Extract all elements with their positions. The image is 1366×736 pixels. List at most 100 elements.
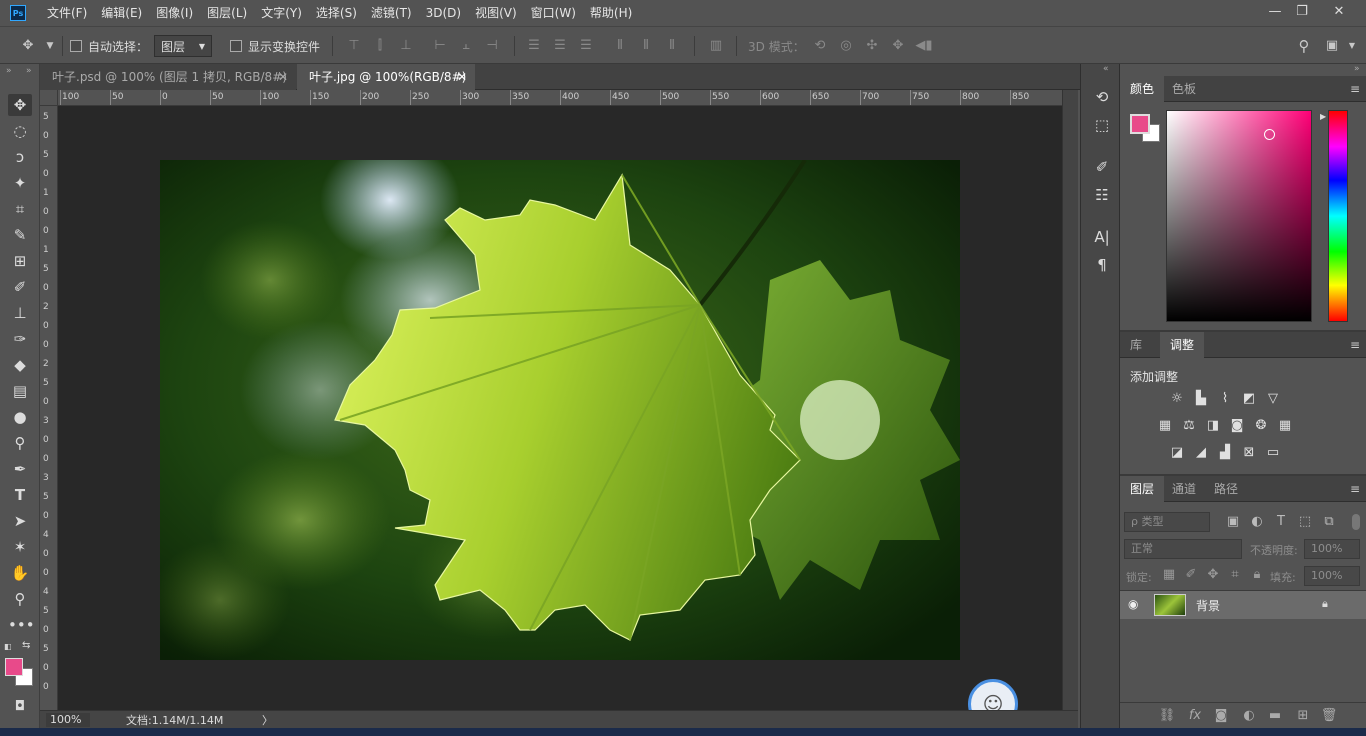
layer-row[interactable]: ◉ 背景 🔒︎ — [1120, 591, 1366, 619]
menu-type[interactable]: 文字(Y) — [254, 0, 309, 26]
hand-tool-icon[interactable]: ✋ — [8, 562, 32, 584]
collapse-icon[interactable]: » — [1354, 64, 1360, 74]
lasso-tool-icon[interactable]: ↄ — [8, 146, 32, 168]
lock-position-icon[interactable]: ✥ — [1204, 566, 1222, 584]
hue-saturation-icon[interactable]: ▦ — [1156, 417, 1174, 435]
foreground-color-swatch[interactable] — [5, 658, 23, 676]
auto-select-checkbox[interactable] — [70, 40, 82, 52]
restore-button[interactable]: ❐ — [1289, 2, 1315, 22]
align-bottom-icon[interactable]: ⊥ — [396, 36, 416, 56]
vertical-scrollbar[interactable] — [1062, 90, 1078, 710]
align-hcenter-icon[interactable]: ⫠ — [456, 36, 476, 56]
menu-edit[interactable]: 编辑(E) — [94, 0, 149, 26]
filter-pixel-icon[interactable]: ▣ — [1224, 513, 1242, 531]
levels-icon[interactable]: ▙ — [1192, 390, 1210, 408]
opacity-field[interactable]: 100% — [1304, 539, 1360, 559]
fill-field[interactable]: 100% — [1304, 566, 1360, 586]
shape-tool-icon[interactable]: ✶ — [8, 536, 32, 558]
tab-layers[interactable]: 图层 — [1120, 476, 1165, 502]
more-tools-icon[interactable]: ••• — [8, 614, 35, 636]
3d-roll-icon[interactable]: ◎ — [836, 36, 856, 56]
3d-slide-icon[interactable]: ✥ — [888, 36, 908, 56]
gradient-tool-icon[interactable]: ▤ — [8, 380, 32, 402]
tab-library[interactable]: 库 — [1120, 332, 1152, 358]
3d-pan-icon[interactable]: ✣ — [862, 36, 882, 56]
align-vcenter-icon[interactable]: ⫿ — [370, 36, 390, 56]
distribute-vcenter-icon[interactable]: ☰ — [550, 36, 570, 56]
panel-menu-icon[interactable]: ≡ — [1350, 482, 1360, 496]
close-window-button[interactable]: ✕ — [1326, 2, 1352, 22]
menu-view[interactable]: 视图(V) — [468, 0, 524, 26]
menu-3d[interactable]: 3D(D) — [419, 0, 468, 26]
history-brush-icon[interactable]: ✑ — [8, 328, 32, 350]
auto-align-icon[interactable]: ▥ — [706, 36, 726, 56]
move-tool-icon[interactable]: ✥ — [18, 36, 38, 56]
menu-select[interactable]: 选择(S) — [309, 0, 364, 26]
tab-paths[interactable]: 路径 — [1204, 476, 1248, 502]
tab-jpg[interactable]: 叶子.jpg @ 100%(RGB/8#) ✕ — [297, 64, 475, 90]
align-right-icon[interactable]: ⊣ — [482, 36, 502, 56]
tab-color[interactable]: 颜色 — [1120, 76, 1165, 102]
brush-settings-icon[interactable]: ✐ — [1091, 156, 1113, 178]
path-select-icon[interactable]: ➤ — [8, 510, 32, 532]
selective-color-icon[interactable]: ⊠ — [1240, 444, 1258, 462]
eyedropper-tool-icon[interactable]: ✎ — [8, 224, 32, 246]
brush-tool-icon[interactable]: ✐ — [8, 276, 32, 298]
blend-mode-dropdown[interactable]: 正常 — [1124, 539, 1242, 559]
chevron-down-icon[interactable]: ▼ — [40, 36, 60, 56]
lock-image-icon[interactable]: ✐ — [1182, 566, 1200, 584]
blur-tool-icon[interactable]: ● — [8, 406, 32, 428]
black-white-icon[interactable]: ◨ — [1204, 417, 1222, 435]
color-lookup-icon[interactable]: ▦ — [1276, 417, 1294, 435]
distribute-top-icon[interactable]: ☰ — [524, 36, 544, 56]
curves-icon[interactable]: ⌇ — [1216, 390, 1234, 408]
zoom-field[interactable]: 100% — [46, 713, 90, 727]
3d-scale-icon[interactable]: ◀▮ — [914, 36, 934, 56]
move-tool-icon[interactable]: ✥ — [8, 94, 32, 116]
new-layer-icon[interactable]: ⊞ — [1294, 707, 1312, 725]
quick-mask-icon[interactable]: ◘ — [8, 696, 32, 718]
paragraph-icon[interactable]: ¶ — [1091, 254, 1113, 276]
workspace-icon[interactable]: ▣ — [1322, 36, 1342, 56]
ruler-origin[interactable] — [40, 90, 58, 106]
filter-type-icon[interactable]: T — [1272, 513, 1290, 531]
delete-layer-icon[interactable]: 🗑︎ — [1320, 707, 1338, 725]
lock-all-icon[interactable]: 🔒︎ — [1248, 566, 1266, 584]
channel-mixer-icon[interactable]: ❂ — [1252, 417, 1270, 435]
align-left-icon[interactable]: ⊢ — [430, 36, 450, 56]
eraser-tool-icon[interactable]: ◆ — [8, 354, 32, 376]
tab-psd[interactable]: 叶子.psd @ 100% (图层 1 拷贝, RGB/8#) ✕ — [40, 64, 296, 90]
vibrance-icon[interactable]: ▽ — [1264, 390, 1282, 408]
auto-select-option[interactable]: 自动选择： — [70, 27, 148, 65]
menu-layer[interactable]: 图层(L) — [200, 0, 254, 26]
tab-channels[interactable]: 通道 — [1162, 476, 1206, 502]
zoom-tool-icon[interactable]: ⚲ — [8, 588, 32, 610]
menu-filter[interactable]: 滤镜(T) — [364, 0, 419, 26]
new-group-icon[interactable]: ▬ — [1266, 707, 1284, 725]
close-icon[interactable]: ✕ — [457, 64, 467, 90]
pen-tool-icon[interactable]: ✒ — [8, 458, 32, 480]
photo-filter-icon[interactable]: ◙ — [1228, 417, 1246, 435]
crop-tool-icon[interactable]: ⌗ — [8, 198, 32, 220]
visibility-eye-icon[interactable]: ◉ — [1128, 597, 1138, 611]
distribute-bottom-icon[interactable]: ☰ — [576, 36, 596, 56]
dodge-tool-icon[interactable]: ⚲ — [8, 432, 32, 454]
menu-file[interactable]: 文件(F) — [40, 0, 94, 26]
distribute-right-icon[interactable]: ⦀ — [662, 36, 682, 56]
distribute-left-icon[interactable]: ⦀ — [610, 36, 630, 56]
healing-brush-icon[interactable]: ⊞ — [8, 250, 32, 272]
chevron-down-icon[interactable]: ▼ — [1342, 36, 1362, 56]
collapse-icon[interactable]: » — [2, 64, 38, 90]
threshold-icon[interactable]: ▟ — [1216, 444, 1234, 462]
lock-artboard-icon[interactable]: ⌗ — [1226, 566, 1244, 584]
layer-filter-dropdown[interactable]: ρ 类型 — [1124, 512, 1210, 532]
hue-pointer-icon[interactable]: ▶ — [1320, 112, 1326, 121]
exposure-icon[interactable]: ◩ — [1240, 390, 1258, 408]
panel-menu-icon[interactable]: ≡ — [1350, 82, 1360, 96]
layer-style-icon[interactable]: fx — [1186, 707, 1204, 725]
tab-adjustments[interactable]: 调整 — [1160, 332, 1205, 358]
3d-orbit-icon[interactable]: ⟲ — [810, 36, 830, 56]
menu-window[interactable]: 窗口(W) — [524, 0, 583, 26]
link-layers-icon[interactable]: ⛓ — [1158, 707, 1176, 725]
minimize-button[interactable]: — — [1262, 2, 1288, 22]
